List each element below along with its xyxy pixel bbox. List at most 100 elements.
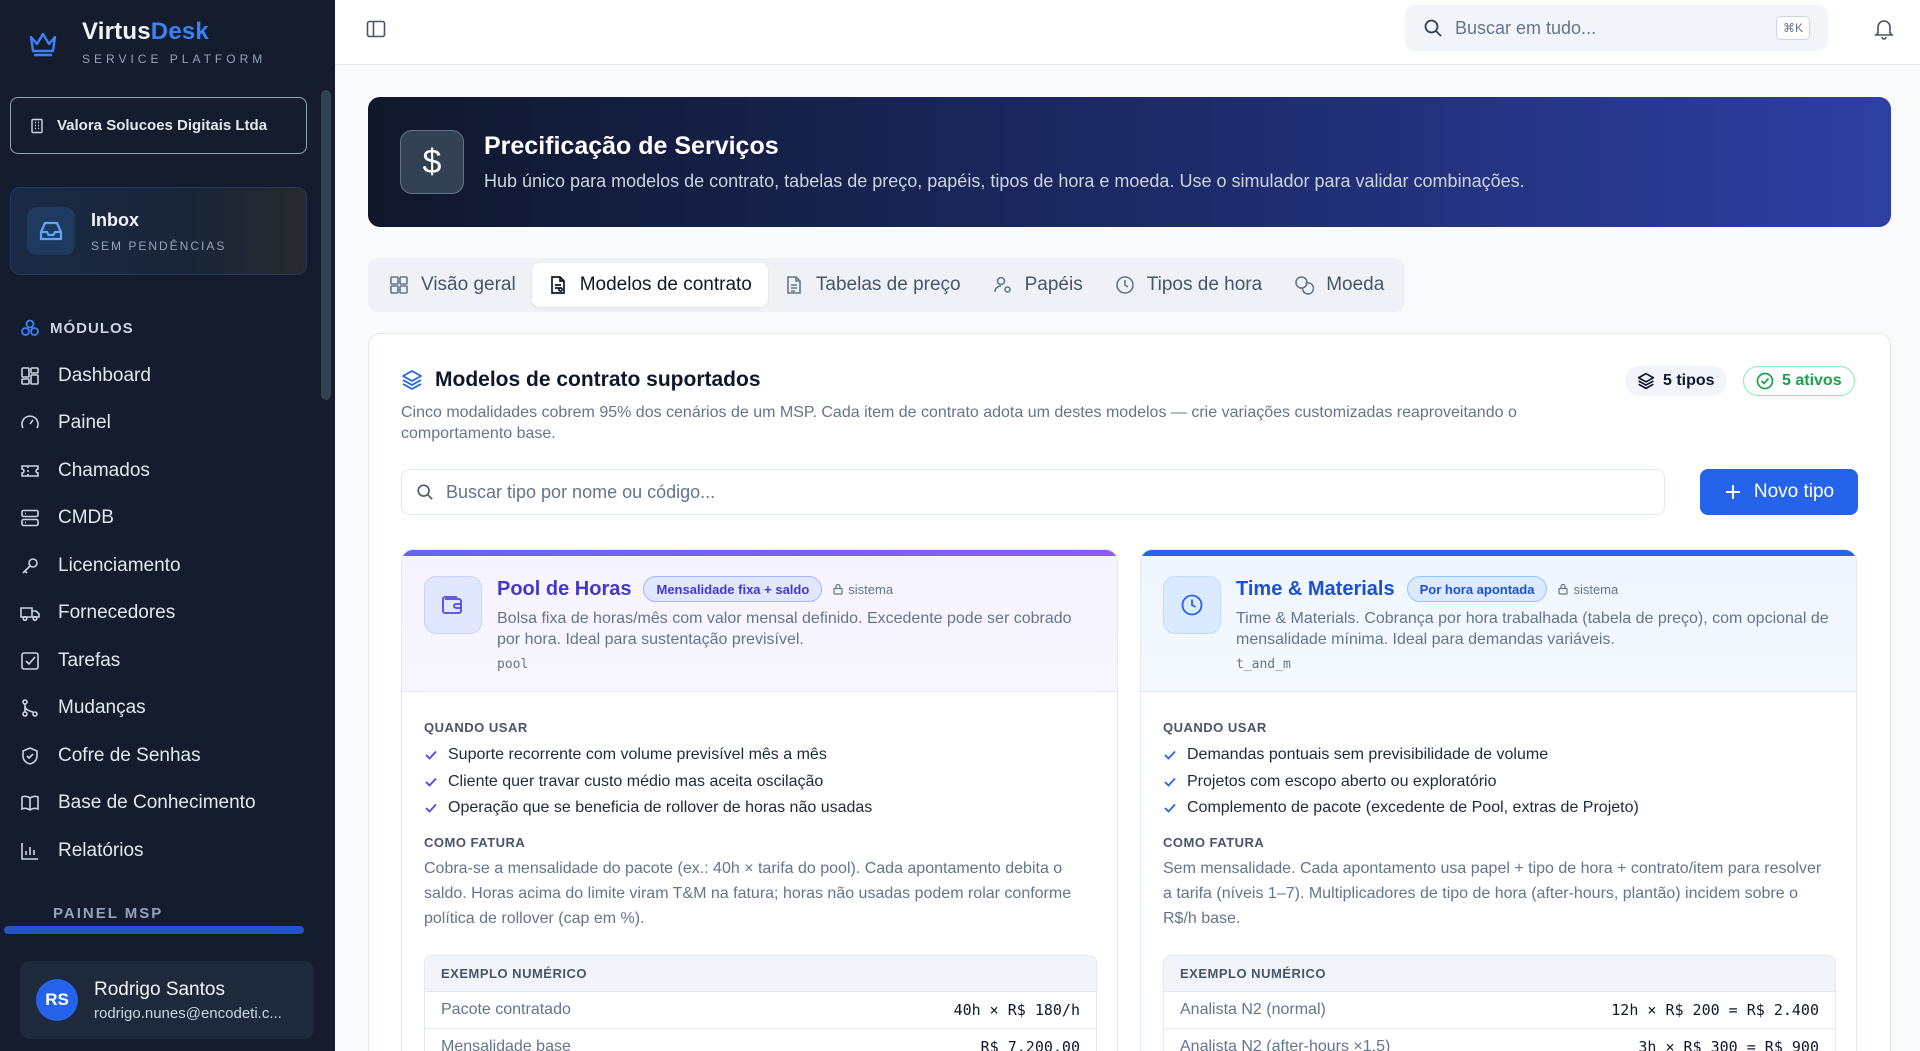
check-icon [425, 804, 437, 814]
lock-icon [833, 583, 843, 595]
check-icon [425, 751, 437, 761]
system-tag: sistema [832, 582, 893, 597]
table-row: Analista N2 (normal) 12h × R$ 200 = R$ 2… [1164, 992, 1835, 1029]
sidebar-item-mudancas[interactable]: Mudanças [20, 685, 320, 733]
check-icon [1164, 777, 1176, 787]
inbox-title: Inbox [91, 209, 139, 230]
numeric-example-label: EXEMPLO NUMÉRICO [425, 956, 1096, 992]
contract-card-time-materials[interactable]: Time & Materials Por hora apontada siste… [1140, 549, 1857, 1051]
billing-badge: Mensalidade fixa + saldo [643, 576, 823, 602]
page-hero: $ Precificação de Serviços Hub único par… [368, 97, 1891, 227]
dashboard-icon [21, 366, 39, 385]
coins-icon [1295, 276, 1315, 295]
sidebar-scrollbar[interactable] [321, 90, 331, 400]
tab-tipos-de-hora[interactable]: Tipos de hora [1099, 263, 1278, 307]
database-icon [21, 509, 39, 527]
type-search-input[interactable]: Buscar tipo por nome ou código... [401, 469, 1665, 515]
tab-modelos-de-contrato[interactable]: Modelos de contrato [531, 263, 768, 307]
table-row: Mensalidade base R$ 7.200,00 [425, 1029, 1096, 1051]
sidebar-item-licenciamento[interactable]: Licenciamento [20, 542, 320, 590]
bell-icon [1874, 20, 1894, 40]
crown-icon [29, 32, 57, 57]
tab-visao-geral[interactable]: Visão geral [373, 263, 532, 307]
check-icon [1164, 751, 1176, 761]
billing-badge: Por hora apontada [1406, 576, 1548, 602]
sidebar-toggle-icon [366, 20, 386, 38]
card-name: Time & Materials [1236, 577, 1395, 600]
user-card[interactable]: RS Rodrigo Santos rodrigo.nunes@encodeti… [20, 961, 314, 1039]
billing-label: COMO FATURA [1163, 835, 1265, 850]
numeric-example-label: EXEMPLO NUMÉRICO [1164, 956, 1835, 992]
ticket-icon [21, 464, 39, 477]
sidebar-horizontal-scrollbar[interactable] [4, 926, 304, 934]
numeric-example: EXEMPLO NUMÉRICO Pacote contratado 40h ×… [424, 955, 1097, 1051]
global-search-placeholder: Buscar em tudo... [1455, 17, 1597, 38]
billing-label: COMO FATURA [424, 835, 526, 850]
organization-selector[interactable]: Valora Solucoes Digitais Ltda [10, 97, 307, 154]
list-item: Cliente quer travar custo médio mas acei… [424, 769, 872, 796]
sidebar-nav: Dashboard Painel Chamados CMDB Licenciam… [20, 352, 320, 875]
page-title: Precificação de Serviços [484, 132, 779, 160]
sidebar-item-painel[interactable]: Painel [20, 400, 320, 448]
inbox-card[interactable]: Inbox SEM PENDÊNCIAS [10, 187, 307, 275]
modules-heading: MÓDULOS [20, 318, 134, 338]
search-icon [417, 484, 433, 500]
panel-description: Cinco modalidades cobrem 95% dos cenário… [401, 404, 1517, 442]
inbox-subtitle: SEM PENDÊNCIAS [91, 238, 227, 253]
truck-icon [20, 607, 40, 622]
sidebar-item-dashboard[interactable]: Dashboard [20, 352, 320, 400]
clock-icon [1115, 276, 1134, 294]
pricing-tabs: Visão geral Modelos de contrato Tabelas … [368, 258, 1406, 312]
brand[interactable]: VirtusDesk SERVICE PLATFORM [26, 18, 266, 66]
contract-card-pool[interactable]: Pool de Horas Mensalidade fixa + saldo s… [401, 549, 1118, 1051]
sidebar-item-chamados[interactable]: Chamados [20, 447, 320, 495]
layers-icon [1637, 372, 1655, 390]
list-item: Suporte recorrente com volume previsível… [424, 742, 872, 769]
shield-icon [22, 746, 38, 765]
msp-heading: PAINEL MSP [53, 905, 164, 922]
list-item: Operação que se beneficia de rollover de… [424, 795, 872, 822]
git-branch-icon [22, 699, 38, 718]
sidebar-item-tarefas[interactable]: Tarefas [20, 637, 320, 685]
sidebar-item-relatorios[interactable]: Relatórios [20, 827, 320, 875]
organization-name: Valora Solucoes Digitais Ltda [57, 117, 268, 134]
book-icon [21, 795, 39, 812]
sidebar: VirtusDesk SERVICE PLATFORM Valora Soluc… [0, 0, 335, 1051]
global-search-input[interactable]: Buscar em tudo... ⌘K [1405, 5, 1828, 51]
tab-tabelas-de-preco[interactable]: Tabelas de preço [768, 263, 977, 307]
dollar-icon: $ [400, 130, 464, 194]
tab-papeis[interactable]: Papéis [977, 263, 1099, 307]
brand-name: VirtusDesk [82, 18, 209, 45]
system-tag: sistema [1557, 582, 1618, 597]
card-header: Time & Materials Por hora apontada siste… [1141, 556, 1856, 692]
new-type-button[interactable]: Novo tipo [1700, 469, 1858, 515]
check-icon [425, 777, 437, 787]
sidebar-item-base-conhecimento[interactable]: Base de Conhecimento [20, 780, 320, 828]
check-icon [1164, 804, 1176, 814]
when-to-use-label: QUANDO USAR [1163, 720, 1267, 735]
sidebar-toggle-button[interactable] [365, 18, 387, 45]
brand-subtitle: SERVICE PLATFORM [82, 52, 267, 66]
when-to-use-list: Suporte recorrente com volume previsível… [424, 742, 872, 822]
tab-moeda[interactable]: Moeda [1278, 263, 1400, 307]
notifications-button[interactable] [1874, 18, 1894, 45]
when-to-use-list: Demandas pontuais sem previsibilidade de… [1163, 742, 1639, 822]
when-to-use-label: QUANDO USAR [424, 720, 528, 735]
card-name: Pool de Horas [497, 577, 632, 600]
list-item: Complemento de pacote (excedente de Pool… [1163, 795, 1639, 822]
plus-icon [1725, 485, 1740, 499]
card-description: Time & Materials. Cobrança por hora trab… [1236, 610, 1829, 648]
type-search-placeholder: Buscar tipo por nome ou código... [446, 481, 716, 502]
avatar: RS [36, 979, 78, 1021]
sidebar-item-fornecedores[interactable]: Fornecedores [20, 590, 320, 638]
sidebar-item-cmdb[interactable]: CMDB [20, 495, 320, 543]
sidebar-item-cofre[interactable]: Cofre de Senhas [20, 732, 320, 780]
user-email: rodrigo.nunes@encodeti.c... [94, 1004, 282, 1022]
card-header: Pool de Horas Mensalidade fixa + saldo s… [402, 556, 1117, 692]
card-code: pool [497, 657, 529, 672]
types-count-badge: 5 tipos [1625, 366, 1727, 396]
clock-icon [1163, 576, 1221, 634]
user-cog-icon [993, 276, 1011, 293]
billing-text: Sem mensalidade. Cada apontamento usa pa… [1163, 860, 1822, 927]
building-icon [31, 118, 43, 133]
